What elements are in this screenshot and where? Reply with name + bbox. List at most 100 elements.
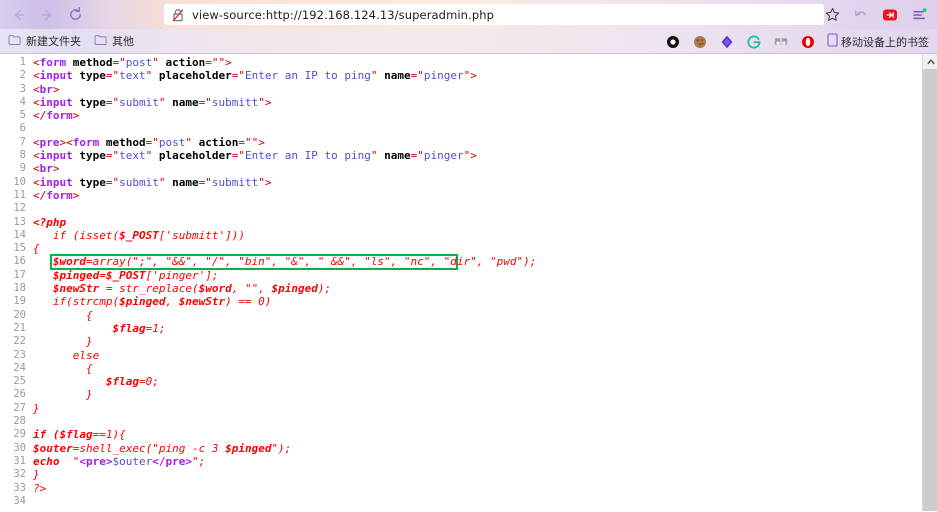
- video-downloader-icon: [883, 9, 897, 20]
- source-line: 14 if (isset($_POST['submitt'])): [0, 229, 922, 242]
- forward-button[interactable]: [34, 2, 60, 28]
- ublock-origin-icon[interactable]: [665, 34, 681, 50]
- source-line: 12: [0, 202, 922, 215]
- line-content: ?>: [33, 481, 47, 495]
- address-bar[interactable]: view-source:http://192.168.124.13/supera…: [164, 4, 824, 25]
- line-content: </form>: [33, 188, 80, 202]
- source-line: 17 $pinged=$_POST['pinger'];: [0, 269, 922, 282]
- source-line: 7 <pre><form method="post" action="">: [0, 136, 922, 149]
- goggles-icon: [774, 38, 788, 45]
- cookie-icon: [694, 35, 706, 48]
- undo-arrow-icon: [854, 10, 866, 16]
- line-number: 12: [13, 202, 26, 215]
- mobile-bookmarks-folder[interactable]: 移动设备上的书签: [827, 33, 933, 50]
- line-number: 17: [13, 268, 26, 281]
- source-line: 26 }: [0, 388, 922, 401]
- line-number: 8: [19, 149, 26, 162]
- mobile-bookmarks-label: 移动设备上的书签: [841, 35, 929, 49]
- line-number: 5: [19, 109, 26, 122]
- source-line: 3 <br>: [0, 83, 922, 96]
- line-content: <input type="submit" name="submitt">: [33, 175, 272, 189]
- view-source-listing[interactable]: 1 <form method="post" action=""> 2 <input t…: [0, 54, 922, 511]
- source-line: 21 $flag=1;: [0, 322, 922, 335]
- menu-icon[interactable]: [909, 5, 929, 25]
- line-number: 25: [13, 375, 26, 388]
- line-number: 2: [19, 69, 26, 82]
- line-content: <pre><form method="post" action="">: [33, 135, 265, 149]
- line-content: }: [33, 335, 93, 349]
- navigation-buttons: [0, 2, 88, 28]
- line-content: {: [33, 361, 93, 375]
- reload-icon: [69, 7, 81, 20]
- scrollbar-up-arrow[interactable]: [923, 54, 937, 69]
- line-content: if ($flag==1){: [33, 428, 126, 442]
- line-content: $newStr = str_replace($word, "", $pinged…: [33, 282, 332, 296]
- source-line: 8 <input type="text" placeholder="Enter a…: [0, 149, 922, 162]
- source-line: 34: [0, 495, 922, 508]
- back-button[interactable]: [6, 2, 32, 28]
- ublock-shield-icon: [667, 35, 679, 48]
- star-outline-icon: [825, 8, 839, 21]
- line-content: {: [33, 242, 40, 256]
- history-back-arrow-icon[interactable]: [851, 5, 871, 25]
- toolbar-actions: [822, 0, 933, 29]
- back-arrow-icon: [14, 9, 25, 20]
- bookmark-star-icon[interactable]: [822, 5, 842, 25]
- hamburger-menu-icon: [913, 7, 927, 19]
- bookmark-other[interactable]: 其他: [94, 33, 134, 49]
- line-number: 30: [13, 441, 26, 454]
- source-line: 28: [0, 415, 922, 428]
- folder-outline-icon: [94, 34, 107, 45]
- line-number: 7: [19, 135, 26, 148]
- line-number: 34: [13, 494, 26, 507]
- hackbar-icon[interactable]: [719, 34, 735, 50]
- source-line: 29 if ($flag==1){: [0, 428, 922, 441]
- line-content: <form method="post" action="">: [33, 56, 232, 69]
- source-line: 31 echo "<pre>$outer</pre>";: [0, 455, 922, 468]
- line-content: $outer=shell_exec("ping -c 3 $pinged");: [33, 441, 292, 455]
- source-line: 13 <?php: [0, 216, 922, 229]
- bookmark-label: 新建文件夹: [26, 35, 81, 48]
- cookie-manager-icon[interactable]: [692, 34, 708, 50]
- wappalyzer-icon[interactable]: [773, 34, 789, 50]
- source-line: 23 else: [0, 349, 922, 362]
- bookmarks-bar: 新建文件夹 其他 移动设备上的书签: [0, 29, 937, 54]
- page-viewport: 1 <form method="post" action=""> 2 <input t…: [0, 54, 937, 511]
- broken-lock-icon: [172, 8, 184, 21]
- line-number: 1: [19, 56, 26, 68]
- line-number: 27: [13, 401, 26, 414]
- bookmark-new-folder[interactable]: 新建文件夹: [8, 33, 81, 49]
- purple-diamond-icon: [721, 35, 733, 48]
- not-secure-icon[interactable]: [172, 8, 184, 22]
- source-line: 4 <input type="submit" name="submitt">: [0, 96, 922, 109]
- opera-icon[interactable]: [800, 34, 816, 50]
- extension-icons: 移动设备上的书签: [665, 29, 933, 53]
- source-line: 16 $word=array(";", "&&", "/", "bin", "&…: [0, 255, 922, 268]
- reload-button[interactable]: [62, 2, 88, 28]
- line-content: }: [33, 401, 40, 415]
- line-content: $word=array(";", "&&", "/", "bin", "&", …: [33, 255, 537, 269]
- line-content: <input type="text" placeholder="Enter an…: [33, 69, 477, 83]
- line-number: 11: [13, 188, 26, 201]
- source-line: 5 </form>: [0, 109, 922, 122]
- line-number: 19: [13, 295, 26, 308]
- bookmark-label: 其他: [112, 35, 134, 48]
- line-number: 21: [13, 321, 26, 334]
- opera-o-icon: [802, 35, 814, 48]
- line-content: $flag=0;: [33, 375, 159, 389]
- phone-outline-icon: [827, 33, 838, 47]
- source-line: 24 {: [0, 362, 922, 375]
- line-number: 23: [13, 348, 26, 361]
- vertical-scrollbar[interactable]: [922, 54, 937, 511]
- line-content: }: [33, 468, 40, 482]
- line-content: {: [33, 308, 93, 322]
- line-number: 20: [13, 308, 26, 321]
- line-content: <input type="submit" name="submitt">: [33, 95, 272, 109]
- video-download-icon[interactable]: [880, 5, 900, 25]
- source-line: 9 <br>: [0, 162, 922, 175]
- line-number: 24: [13, 361, 26, 374]
- source-line: 25 $flag=0;: [0, 375, 922, 388]
- source-line: 10 <input type="submit" name="submitt">: [0, 176, 922, 189]
- line-number: 22: [13, 335, 26, 348]
- grammarly-icon[interactable]: [746, 34, 762, 50]
